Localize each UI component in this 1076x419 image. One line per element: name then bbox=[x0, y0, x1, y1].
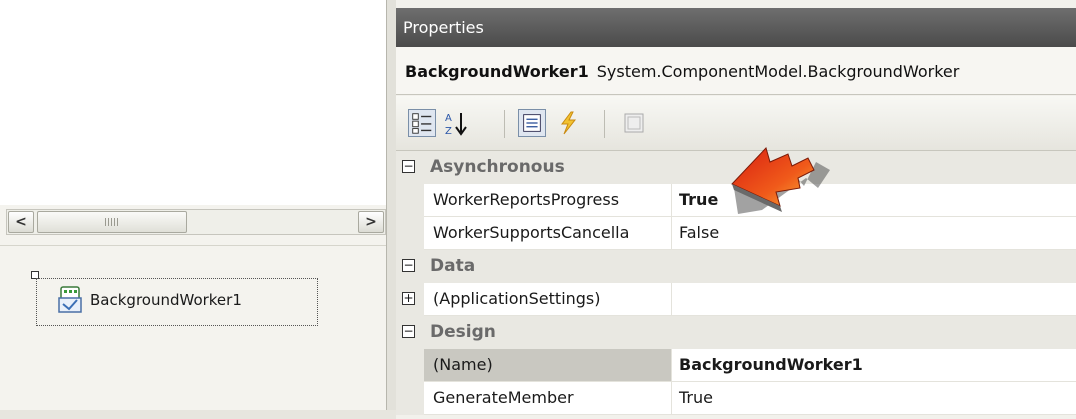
toolbar-separator bbox=[504, 110, 505, 138]
svg-text:A: A bbox=[445, 113, 452, 124]
property-value[interactable] bbox=[672, 283, 1076, 316]
property-value[interactable]: False bbox=[672, 217, 1076, 250]
properties-title-bar[interactable]: Properties bbox=[396, 8, 1076, 47]
category-label: Asynchronous bbox=[430, 157, 565, 177]
object-name: BackgroundWorker1 bbox=[405, 62, 589, 81]
property-name[interactable]: WorkerReportsProgress bbox=[424, 184, 672, 217]
collapse-icon[interactable]: − bbox=[402, 325, 415, 338]
scroll-right-button[interactable]: > bbox=[358, 211, 384, 233]
horizontal-scrollbar[interactable]: < > bbox=[6, 209, 386, 235]
events-icon[interactable] bbox=[554, 109, 582, 137]
scrollbar-grip-icon bbox=[105, 218, 119, 226]
property-value[interactable]: True bbox=[672, 382, 1076, 415]
pointer-arrow-icon bbox=[731, 147, 830, 214]
property-name[interactable]: GenerateMember bbox=[424, 382, 672, 415]
scrollbar-thumb[interactable] bbox=[37, 211, 187, 233]
scroll-left-button[interactable]: < bbox=[8, 211, 34, 233]
component-label: BackgroundWorker1 bbox=[90, 291, 242, 309]
object-type: System.ComponentModel.BackgroundWorker bbox=[596, 62, 960, 81]
collapse-icon[interactable]: − bbox=[402, 160, 415, 173]
alphabetical-icon[interactable]: A Z bbox=[442, 109, 470, 137]
toolbar-separator bbox=[604, 110, 605, 138]
property-name-selected[interactable]: (Name) bbox=[424, 349, 672, 382]
object-selector[interactable]: BackgroundWorker1 System.ComponentModel.B… bbox=[396, 47, 1076, 95]
property-name[interactable]: (ApplicationSettings) bbox=[424, 283, 672, 316]
category-label: Design bbox=[430, 322, 496, 342]
category-label: Data bbox=[430, 256, 476, 276]
svg-text:Z: Z bbox=[445, 126, 452, 137]
designer-bottom-edge bbox=[0, 410, 396, 419]
property-name[interactable]: WorkerSupportsCancella bbox=[424, 217, 672, 250]
property-row-worker-supports-cancellation[interactable]: WorkerSupportsCancella False bbox=[396, 217, 1076, 250]
expand-icon[interactable]: + bbox=[402, 292, 415, 305]
designer-surface: < > BackgroundWorker1 bbox=[0, 0, 386, 419]
category-data[interactable]: − Data bbox=[396, 250, 1076, 283]
property-value[interactable]: BackgroundWorker1 bbox=[672, 349, 1076, 382]
categorized-icon[interactable] bbox=[408, 109, 436, 137]
properties-icon[interactable] bbox=[518, 109, 546, 137]
background-worker-icon bbox=[58, 286, 82, 313]
collapse-icon[interactable]: − bbox=[402, 259, 415, 272]
category-design[interactable]: − Design bbox=[396, 316, 1076, 349]
property-row-generate-member[interactable]: GenerateMember True bbox=[396, 382, 1076, 415]
property-row-application-settings[interactable]: + (ApplicationSettings) bbox=[396, 283, 1076, 316]
design-canvas[interactable] bbox=[0, 0, 386, 205]
property-row-name[interactable]: (Name) BackgroundWorker1 bbox=[396, 349, 1076, 382]
property-pages-icon[interactable] bbox=[620, 109, 648, 137]
